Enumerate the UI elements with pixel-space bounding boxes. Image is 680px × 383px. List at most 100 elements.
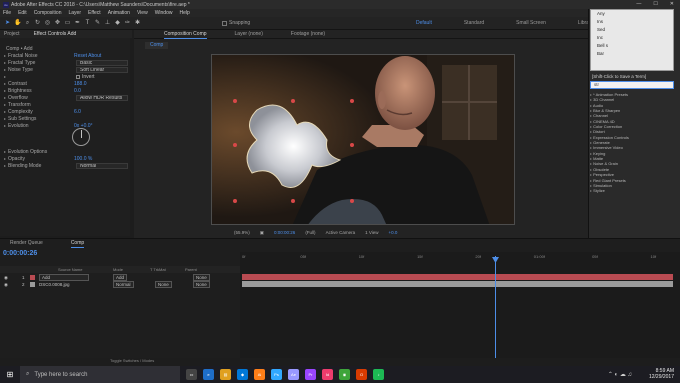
puppet-tool-icon[interactable]: ✱: [134, 20, 141, 27]
expand-triangle-icon[interactable]: ▸: [4, 74, 6, 79]
col-trkmat[interactable]: T TrkMat: [150, 267, 166, 272]
effect-property-row[interactable]: ▸ Complexity 6.0: [4, 108, 128, 115]
dropdown-item[interactable]: Ins: [591, 18, 673, 26]
minimize-icon[interactable]: —: [636, 1, 641, 7]
time-ruler[interactable]: 0f 05f 10f 15f 20f 01:00f 05f 10f: [240, 254, 674, 264]
menu-animation[interactable]: Animation: [108, 10, 130, 16]
preset-category-item[interactable]: Stylize: [590, 188, 676, 193]
pan-behind-tool-icon[interactable]: ✥: [54, 20, 61, 27]
expand-triangle-icon[interactable]: ▸: [4, 53, 6, 58]
brush-tool-icon[interactable]: ✎: [94, 20, 101, 27]
tab-layer[interactable]: Layer (none): [235, 31, 263, 37]
pen-tool-icon[interactable]: ✒: [74, 20, 81, 27]
evolution-angle-dial[interactable]: [72, 128, 90, 146]
zoom-tool-icon[interactable]: ⌕: [24, 20, 31, 27]
workspace-default[interactable]: Default: [416, 20, 432, 26]
layer-bar-add[interactable]: [242, 274, 673, 280]
views-dropdown[interactable]: 1 View: [365, 230, 378, 235]
camera-dropdown[interactable]: Active Camera: [326, 230, 356, 235]
store-icon[interactable]: ◆: [237, 369, 248, 380]
menu-view[interactable]: View: [137, 10, 148, 16]
visibility-eye-icon[interactable]: ◉: [4, 282, 8, 288]
expand-triangle-icon[interactable]: ▸: [4, 109, 6, 114]
resolution-dropdown[interactable]: (Full): [305, 230, 315, 235]
layer-mode-dropdown[interactable]: Add: [113, 274, 128, 281]
effect-property-row[interactable]: ▸ Invert: [4, 73, 128, 80]
snapshot-icon[interactable]: ▣: [260, 230, 264, 236]
expand-triangle-icon[interactable]: ▸: [4, 156, 6, 161]
workspace-standard[interactable]: Standard: [464, 20, 484, 26]
menu-layer[interactable]: Layer: [68, 10, 81, 16]
expand-triangle-icon[interactable]: ▸: [4, 149, 6, 154]
dropdown-item[interactable]: Bar: [591, 50, 673, 58]
effect-property-row[interactable]: ▸ Noise Type Soft Linear: [4, 66, 128, 73]
menu-help[interactable]: Help: [179, 10, 189, 16]
close-icon[interactable]: ✕: [670, 1, 674, 7]
col-mode[interactable]: Mode: [113, 267, 123, 272]
expand-triangle-icon[interactable]: ▸: [4, 102, 6, 107]
file-explorer-icon[interactable]: ▤: [220, 369, 231, 380]
tab-comp-timeline[interactable]: Comp: [70, 240, 85, 248]
office-icon[interactable]: O: [356, 369, 367, 380]
layer-trkmat-dropdown[interactable]: None: [155, 281, 172, 288]
layer-name[interactable]: DSC0.0008.jpg: [39, 282, 89, 287]
preset-search-input[interactable]: str: [590, 81, 674, 89]
effect-property-value[interactable]: 6.0: [74, 109, 81, 115]
invert-checkbox[interactable]: Invert: [76, 74, 95, 80]
menu-effect[interactable]: Effect: [88, 10, 101, 16]
expand-triangle-icon[interactable]: ▸: [4, 88, 6, 93]
checkbox-box[interactable]: [76, 74, 80, 79]
premiere-icon[interactable]: Pr: [305, 369, 316, 380]
effect-property-row[interactable]: ▸ Fractal Type Basic: [4, 59, 128, 66]
menu-window[interactable]: Window: [155, 10, 173, 16]
current-time-display[interactable]: 0:00:00:26: [274, 230, 295, 235]
clone-stamp-tool-icon[interactable]: ⊥: [104, 20, 111, 27]
system-tray-icons[interactable]: ⌃ ◐ ☁ ♫: [608, 371, 632, 378]
indesign-icon[interactable]: Id: [322, 369, 333, 380]
effect-property-row[interactable]: ▸ Evolution 0x +0.0°: [4, 122, 128, 129]
effect-property-row[interactable]: ▸ Fractal Noise Reset About: [4, 52, 128, 59]
col-source-name[interactable]: Source Name: [58, 267, 82, 272]
menu-file[interactable]: File: [3, 10, 11, 16]
effect-property-value[interactable]: 0.0: [74, 88, 81, 94]
workspace-small-screen[interactable]: Small Screen: [516, 20, 546, 26]
effect-property-dropdown[interactable]: Normal: [76, 162, 128, 169]
mask-tool-icon[interactable]: ▭: [64, 20, 71, 27]
type-tool-icon[interactable]: T: [84, 20, 91, 27]
edge-icon[interactable]: e: [203, 369, 214, 380]
windows-start-icon[interactable]: ⊞: [0, 366, 20, 383]
composition-viewer[interactable]: [211, 54, 515, 225]
expand-triangle-icon[interactable]: ▸: [4, 163, 6, 168]
toggle-switches-modes[interactable]: Toggle Switches / Modes: [110, 358, 154, 363]
comp-breadcrumb[interactable]: Comp: [145, 42, 169, 49]
layer-mode-dropdown[interactable]: Normal: [113, 281, 134, 288]
dropdown-item[interactable]: Inc: [591, 34, 673, 42]
effect-property-dropdown[interactable]: Soft Linear: [76, 66, 128, 73]
maximize-icon[interactable]: ☐: [653, 1, 657, 7]
expand-triangle-icon[interactable]: ▸: [4, 81, 6, 86]
eraser-tool-icon[interactable]: ◆: [114, 20, 121, 27]
photoshop-icon[interactable]: Ps: [271, 369, 282, 380]
exposure-value[interactable]: +0.0: [389, 230, 398, 235]
tab-footage[interactable]: Footage (none): [291, 31, 325, 37]
effect-property-row[interactable]: ▸ Sub Settings: [4, 115, 128, 122]
effect-property-row[interactable]: ▸ Brightness 0.0: [4, 87, 128, 94]
effect-property-value[interactable]: 100.0 %: [74, 156, 92, 162]
expand-triangle-icon[interactable]: ▸: [4, 95, 6, 100]
dropdown-item[interactable]: Sed: [591, 26, 673, 34]
tab-project[interactable]: Project: [4, 31, 20, 37]
tab-composition[interactable]: Composition Comp: [164, 31, 207, 39]
effect-property-dropdown[interactable]: Basic: [76, 59, 128, 66]
layer-name[interactable]: Add: [39, 274, 89, 281]
snapping-checkbox[interactable]: [222, 20, 227, 26]
expand-triangle-icon[interactable]: ▸: [4, 60, 6, 65]
snapping-toggle[interactable]: Snapping: [222, 20, 250, 26]
visibility-eye-icon[interactable]: ◉: [4, 275, 8, 281]
tab-render-queue[interactable]: Render Queue: [10, 240, 43, 246]
taskbar-clock[interactable]: 8:59 AM 12/29/2017: [649, 368, 674, 380]
spotify-icon[interactable]: ♪: [373, 369, 384, 380]
timeline-graph[interactable]: [240, 252, 680, 358]
layer-row[interactable]: ◉ 1 Add Add None: [0, 274, 240, 281]
layer-color-swatch[interactable]: [30, 282, 35, 287]
chrome-icon[interactable]: ◉: [339, 369, 350, 380]
